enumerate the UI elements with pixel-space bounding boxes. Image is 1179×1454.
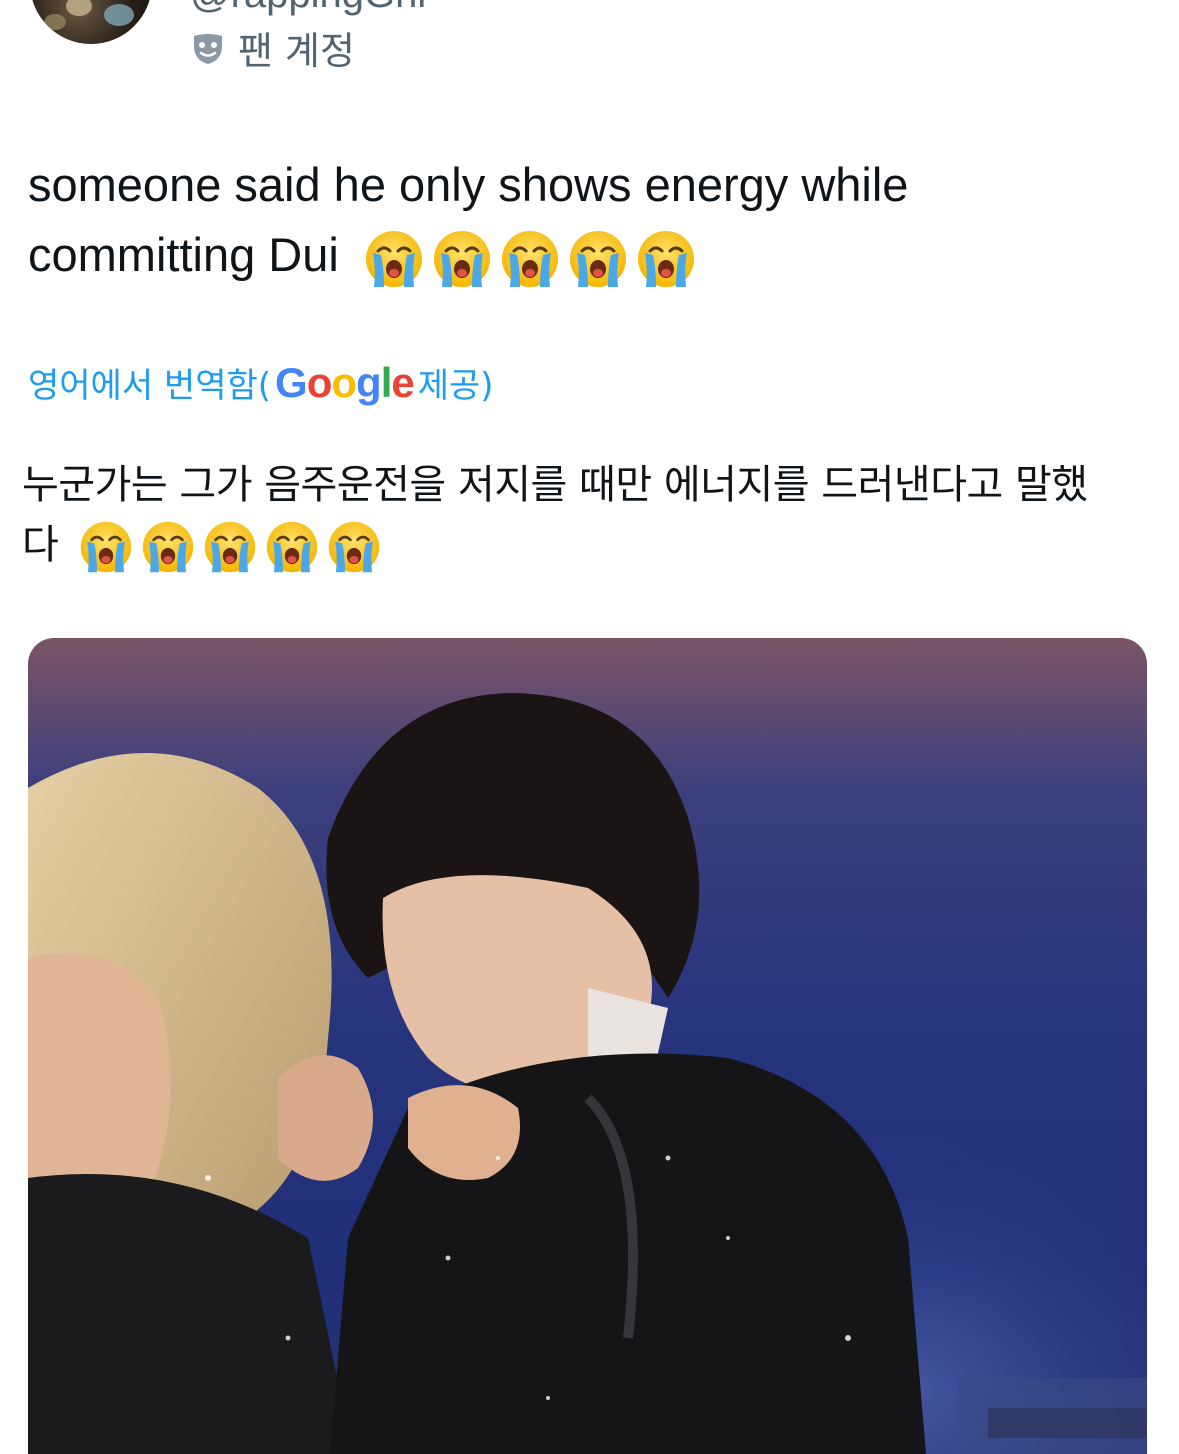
tweet-line-2-text: committing Dui	[28, 228, 339, 281]
loudly-crying-face-icon	[568, 229, 628, 289]
translated-line-2-text: 다	[22, 522, 59, 568]
loudly-crying-face-icon	[636, 229, 696, 289]
translation-suffix: 제공)	[417, 366, 494, 406]
loudly-crying-face-icon	[265, 520, 319, 574]
avatar[interactable]	[30, 0, 152, 44]
loudly-crying-face-icon	[364, 229, 424, 289]
video-still-illustration	[28, 638, 1147, 1454]
loudly-crying-face-icon	[327, 520, 381, 574]
user-handle[interactable]: @rappingGhi	[190, 0, 426, 17]
loudly-crying-face-icon	[432, 229, 492, 289]
translated-line-2: 다	[22, 515, 1162, 575]
emoji-group	[79, 520, 381, 574]
fan-mask-icon	[194, 33, 222, 64]
translated-text: 누군가는 그가 음주운전을 저지를 때만 에너지를 드러낸다고 말했 다	[22, 455, 1162, 575]
fan-account-badge: 팬 계정	[190, 20, 355, 75]
emoji-group	[364, 229, 696, 289]
loudly-crying-face-icon	[141, 520, 195, 574]
google-logo: Google	[275, 358, 415, 406]
loudly-crying-face-icon	[79, 520, 133, 574]
tweet-media-video[interactable]	[28, 638, 1147, 1454]
loudly-crying-face-icon	[500, 229, 560, 289]
fan-account-label: 팬 계정	[238, 29, 355, 73]
tweet-page: @rappingGhi 팬 계정 someone said he only sh…	[0, 0, 1179, 1454]
translated-line-1: 누군가는 그가 음주운전을 저지를 때만 에너지를 드러낸다고 말했	[22, 462, 1088, 508]
loudly-crying-face-icon	[203, 520, 257, 574]
translation-prefix: 영어에서 번역함(	[28, 366, 272, 406]
tweet-line-1: someone said he only shows energy while	[28, 158, 909, 211]
translation-attribution[interactable]: 영어에서 번역함( Google 제공)	[28, 358, 494, 407]
tweet-line-2: committing Dui	[28, 220, 1148, 290]
tweet-text: someone said he only shows energy while …	[28, 150, 1148, 290]
